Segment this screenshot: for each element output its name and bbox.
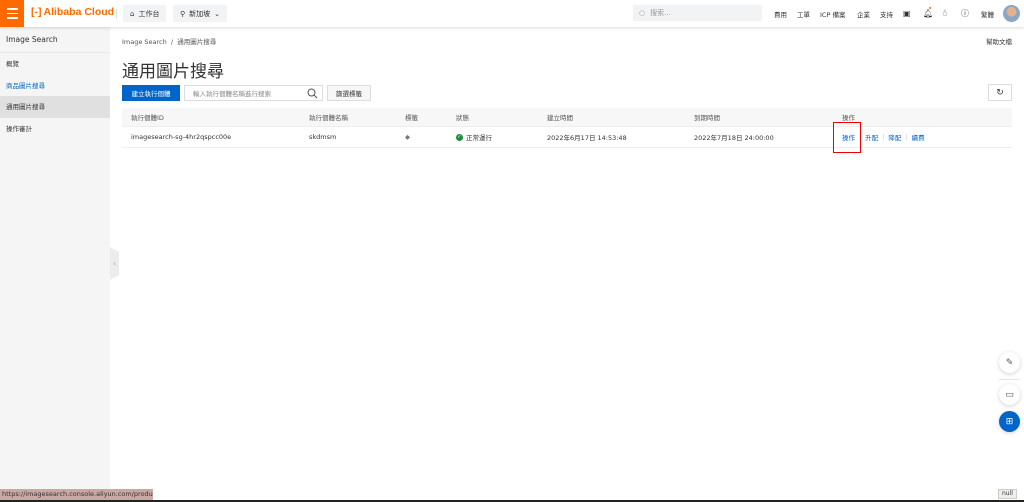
check-circle-icon: ✓	[456, 133, 463, 141]
help-icon[interactable]: ⓘ	[961, 0, 969, 27]
column-header-created: 建立時間	[547, 114, 573, 122]
sidebar: Image Search 概覽 商品圖片搜尋 通用圖片搜尋 操作審計	[0, 27, 110, 502]
search-icon[interactable]	[307, 88, 318, 101]
created-time: 2022年6月17日 14:53:48	[547, 134, 627, 142]
divider: |	[905, 133, 908, 141]
pencil-icon: ✎	[1005, 357, 1014, 368]
renew-action-link[interactable]: 續費	[912, 132, 925, 142]
chevron-left-icon: ‹	[112, 259, 117, 268]
home-icon: ⌂	[130, 9, 135, 18]
message-icon: ▭	[1005, 389, 1014, 400]
breadcrumb-item[interactable]: Image Search	[122, 38, 167, 46]
nav-icp[interactable]: ICP 備案	[820, 0, 845, 27]
collapse-sidebar-button[interactable]: ‹	[110, 247, 119, 280]
refresh-icon: ↻	[996, 87, 1004, 98]
apps-button[interactable]: ⊞	[999, 411, 1020, 432]
sidebar-item-product-search[interactable]: 商品圖片搜尋	[0, 75, 110, 97]
instance-id-link[interactable]: imagesearch-sg-4hr2qspcc00e	[131, 127, 231, 147]
edit-button[interactable]: ✎	[999, 352, 1020, 373]
sidebar-item-audit[interactable]: 操作審計	[0, 118, 110, 140]
breadcrumb-separator: /	[170, 38, 174, 46]
help-doc-link[interactable]: 幫助文檔	[986, 36, 1012, 46]
divider	[999, 379, 1020, 380]
chevron-down-icon: ⌄	[214, 9, 221, 18]
avatar[interactable]	[1003, 5, 1020, 22]
status-text: 正常運行	[466, 134, 492, 142]
divider	[116, 9, 117, 19]
sidebar-item-general-search[interactable]: 通用圖片搜尋	[0, 96, 110, 118]
table-row: imagesearch-sg-4hr2qspcc00e skdmsm ◆ ✓ 正常…	[122, 127, 1012, 148]
column-header-name: 執行個體名稱	[309, 114, 348, 122]
instance-search-input[interactable]: 輸入執行個體名稱進行搜索	[184, 85, 323, 101]
global-search-input[interactable]: ○ 搜索...	[633, 5, 762, 21]
column-header-tags: 標籤	[405, 114, 418, 122]
tag-icon[interactable]: ◆	[405, 127, 410, 147]
breadcrumb: Image Search / 通用圖片搜尋	[122, 36, 216, 46]
workbench-label: 工作台	[138, 9, 160, 18]
terminal-icon[interactable]: ▣	[903, 0, 911, 27]
grid-icon: ⊞	[1005, 416, 1014, 427]
upgrade-action-link[interactable]: 升配	[865, 132, 878, 142]
workbench-button[interactable]: ⌂ 工作台	[123, 5, 167, 22]
refresh-button[interactable]: ↻	[988, 84, 1012, 101]
column-header-id: 執行個體ID	[131, 114, 164, 122]
region-selector[interactable]: ⚲ 新加坡 ⌄	[173, 5, 228, 22]
highlight-box	[833, 122, 861, 153]
page-title: 通用圖片搜尋	[122, 62, 224, 82]
region-label: 新加坡	[189, 9, 211, 18]
feedback-button[interactable]: ▭	[999, 384, 1020, 405]
bell-icon[interactable]: 🔔︎	[923, 0, 933, 27]
location-icon: ⚲	[180, 9, 186, 18]
brand-logo[interactable]: [-] Alibaba Cloud	[31, 6, 114, 18]
nav-fees[interactable]: 費用	[774, 0, 787, 27]
downgrade-action-link[interactable]: 降配	[888, 132, 901, 142]
instance-name: skdmsm	[309, 133, 337, 141]
search-placeholder: 搜索...	[650, 9, 671, 17]
top-bar: [-] Alibaba Cloud ⌂ 工作台 ⚲ 新加坡 ⌄ ○ 搜索... 費用 工單…	[0, 0, 1024, 27]
status-badge: ✓ 正常運行	[456, 127, 492, 147]
table-header: 執行個體ID 執行個體名稱 標籤 狀態 建立時間 到期時間 操作	[122, 108, 1012, 127]
menu-icon[interactable]	[0, 0, 24, 27]
create-instance-button[interactable]: 建立執行個體	[122, 85, 180, 101]
brand-text: Alibaba Cloud	[43, 6, 115, 18]
status-url: https://imagesearch.console.aliyun.com/p…	[0, 489, 153, 500]
sidebar-item-overview[interactable]: 概覽	[0, 53, 110, 75]
filter-tags-button[interactable]: 篩選標籤	[327, 85, 371, 101]
breadcrumb-item: 通用圖片搜尋	[177, 38, 217, 46]
expire-time: 2022年7月18日 24:00:00	[694, 134, 774, 142]
null-badge: null	[998, 489, 1017, 499]
lightbulb-icon[interactable]: ♁	[942, 0, 948, 27]
column-header-status: 狀態	[456, 114, 469, 122]
divider: |	[882, 133, 885, 141]
nav-enterprise[interactable]: 企業	[857, 0, 870, 27]
search-icon: ○	[639, 9, 646, 17]
column-header-expires: 到期時間	[694, 114, 720, 122]
language-selector[interactable]: 繁體	[981, 0, 994, 27]
nav-tickets[interactable]: 工單	[797, 0, 810, 27]
search-placeholder: 輸入執行個體名稱進行搜索	[193, 90, 271, 98]
nav-support[interactable]: 支持	[880, 0, 893, 27]
sidebar-title: Image Search	[6, 35, 58, 44]
